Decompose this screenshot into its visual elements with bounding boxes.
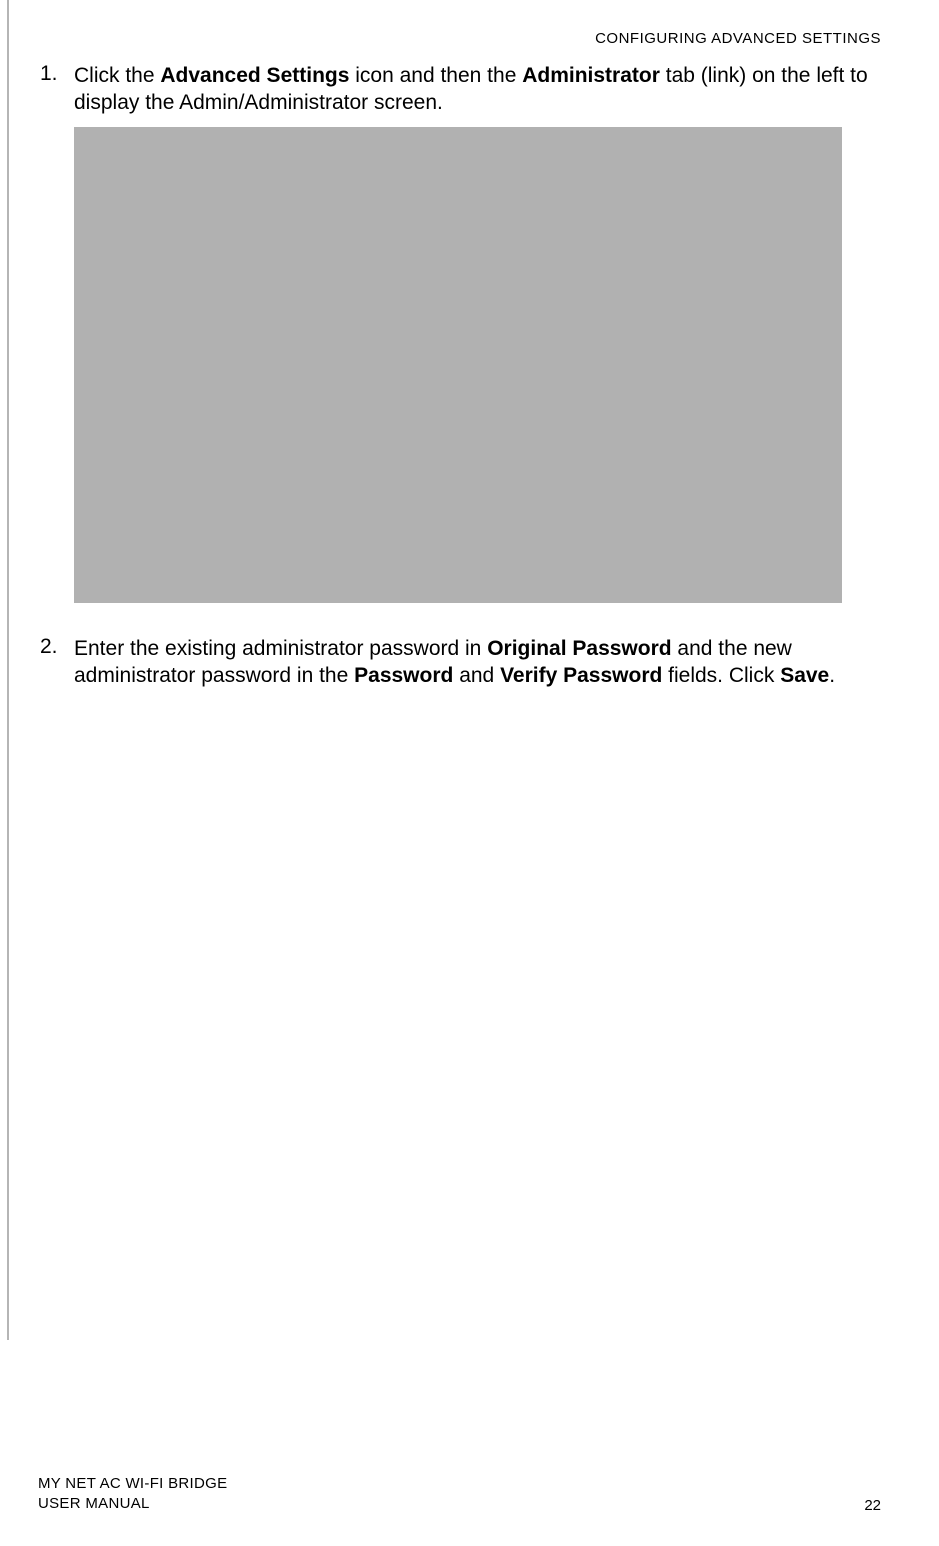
step-1-prefix: Click the xyxy=(74,64,160,87)
left-margin-rule xyxy=(7,0,9,1340)
step-2: 2. Enter the existing administrator pass… xyxy=(38,635,881,690)
footer-page-number: 22 xyxy=(864,1497,881,1514)
step-2-number: 2. xyxy=(38,635,74,690)
page-container: CONFIGURING ADVANCED SETTINGS 1. Click t… xyxy=(0,0,939,1546)
step-2-bold-4: Save xyxy=(780,664,829,687)
step-1-text: Click the Advanced Settings icon and the… xyxy=(74,62,881,117)
step-2-suffix: . xyxy=(829,664,835,687)
step-2-mid-2: and xyxy=(453,664,500,687)
footer-product-line-1: MY NET AC WI-FI BRIDGE xyxy=(38,1474,227,1494)
content-area: 1. Click the Advanced Settings icon and … xyxy=(38,62,881,693)
step-2-bold-1: Original Password xyxy=(487,637,671,660)
step-1-bold-2: Administrator xyxy=(522,64,660,87)
step-2-prefix: Enter the existing administrator passwor… xyxy=(74,637,487,660)
step-1: 1. Click the Advanced Settings icon and … xyxy=(38,62,881,117)
step-1-bold-1: Advanced Settings xyxy=(160,64,349,87)
footer-product-info: MY NET AC WI-FI BRIDGE USER MANUAL xyxy=(38,1474,227,1515)
step-1-mid-1: icon and then the xyxy=(349,64,522,87)
screenshot-placeholder xyxy=(74,127,842,603)
step-2-bold-2: Password xyxy=(354,664,453,687)
step-1-number: 1. xyxy=(38,62,74,117)
step-2-text: Enter the existing administrator passwor… xyxy=(74,635,881,690)
step-2-bold-3: Verify Password xyxy=(500,664,662,687)
page-footer: MY NET AC WI-FI BRIDGE USER MANUAL 22 xyxy=(38,1474,881,1515)
footer-product-line-2: USER MANUAL xyxy=(38,1494,227,1514)
section-header: CONFIGURING ADVANCED SETTINGS xyxy=(595,30,881,47)
step-2-mid-3: fields. Click xyxy=(662,664,780,687)
